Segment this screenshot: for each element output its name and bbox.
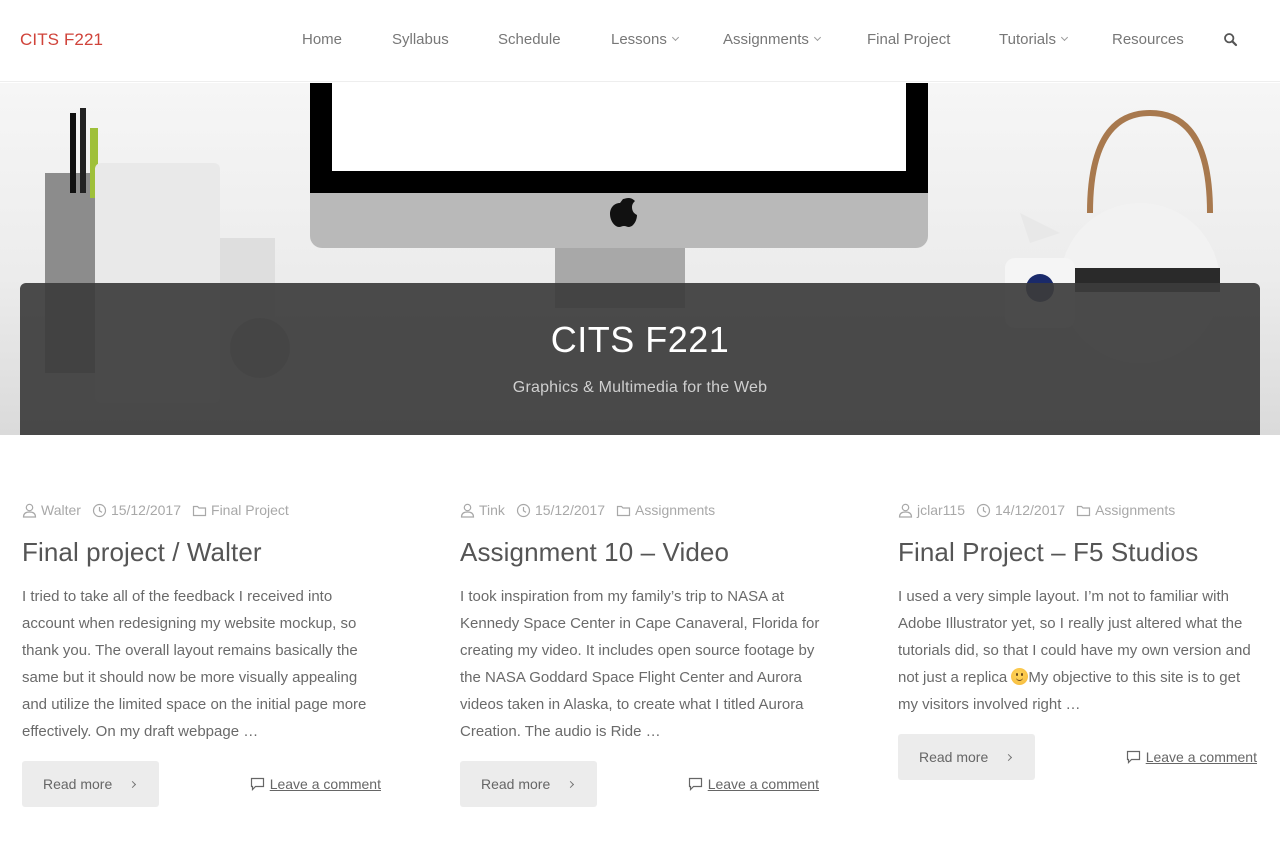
post-footer: Read more Leave a comment — [22, 761, 381, 807]
nav-item-resources[interactable]: Resources — [1112, 31, 1184, 48]
post-title[interactable]: Final Project – F5 Studios — [898, 535, 1257, 569]
read-more-button[interactable]: Read more — [898, 734, 1035, 780]
post-author[interactable]: jclar115 — [898, 502, 965, 518]
nav-label: Final Project — [867, 31, 951, 48]
post-title[interactable]: Final project / Walter — [22, 535, 381, 569]
author-link[interactable]: jclar115 — [917, 502, 965, 518]
hero-banner: CITS F221 Graphics & Multimedia for the … — [0, 83, 1280, 435]
post-card: Tink 15/12/2017 Assignments Assignment 1… — [460, 500, 819, 807]
user-icon — [460, 503, 475, 518]
leave-comment-link[interactable]: Leave a comment — [688, 776, 819, 792]
chevron-down-icon — [813, 33, 821, 42]
folder-icon — [1076, 505, 1091, 516]
post-footer: Read more Leave a comment — [898, 734, 1257, 780]
category-link[interactable]: Final Project — [211, 502, 289, 518]
pen — [80, 108, 86, 193]
search-button[interactable] — [1223, 32, 1239, 48]
post-excerpt: I took inspiration from my family’s trip… — [460, 588, 820, 740]
chevron-down-icon — [1060, 33, 1069, 42]
category-link[interactable]: Assignments — [635, 502, 715, 518]
leave-comment-link[interactable]: Leave a comment — [250, 776, 381, 792]
post-date: 15/12/2017 — [516, 502, 605, 518]
nav-item-tutorials[interactable]: Tutorials — [999, 31, 1069, 48]
post-meta: Tink 15/12/2017 Assignments — [460, 500, 819, 520]
category-link[interactable]: Assignments — [1095, 502, 1175, 518]
nav-item-lessons[interactable]: Lessons — [611, 31, 679, 48]
nav-item-assignments[interactable]: Assignments — [723, 31, 821, 48]
search-icon — [1224, 33, 1238, 47]
user-icon — [898, 503, 913, 518]
nav-label: Assignments — [723, 31, 809, 48]
user-icon — [22, 503, 37, 518]
post-meta: jclar115 14/12/2017 Assignments — [898, 500, 1257, 520]
comment-label: Leave a comment — [707, 776, 819, 792]
clock-icon — [92, 503, 107, 517]
nav-item-schedule[interactable]: Schedule — [498, 31, 561, 48]
post-excerpt: I tried to take all of the feedback I re… — [22, 588, 367, 740]
nav-label: Home — [302, 31, 343, 48]
post-date: 14/12/2017 — [976, 502, 1065, 518]
post-category[interactable]: Final Project — [192, 502, 289, 518]
leave-comment-link[interactable]: Leave a comment — [1126, 749, 1257, 765]
pen — [70, 113, 76, 193]
post-author[interactable]: Walter — [22, 502, 81, 518]
post-author[interactable]: Tink — [460, 502, 505, 518]
nav-label: Schedule — [498, 31, 561, 48]
teapot-handle — [1087, 109, 1213, 214]
date-text: 15/12/2017 — [534, 502, 606, 518]
nav-item-syllabus[interactable]: Syllabus — [392, 31, 449, 48]
post-meta: Walter 15/12/2017 Final Project — [22, 500, 381, 520]
author-link[interactable]: Tink — [479, 502, 505, 518]
folder-icon — [192, 505, 207, 516]
nav-label: Tutorials — [999, 31, 1056, 48]
post-footer: Read more Leave a comment — [460, 761, 819, 807]
clock-icon — [976, 503, 991, 517]
read-more-label: Read more — [481, 776, 551, 792]
nav-item-final-project[interactable]: Final Project — [867, 31, 950, 48]
post-card: jclar115 14/12/2017 Assignments Final Pr… — [898, 500, 1257, 780]
chevron-right-icon — [567, 780, 575, 788]
author-link[interactable]: Walter — [41, 502, 81, 518]
read-more-label: Read more — [919, 749, 989, 765]
comment-label: Leave a comment — [269, 776, 381, 792]
nav-label: Syllabus — [392, 31, 449, 48]
site-logo[interactable]: CITS F221 — [20, 30, 103, 50]
post-excerpt: I used a very simple layout. I’m not to … — [898, 583, 1258, 718]
nav-item-home[interactable]: Home — [302, 31, 342, 48]
post-title[interactable]: Assignment 10 – Video — [460, 535, 819, 569]
read-more-button[interactable]: Read more — [460, 761, 597, 807]
nav-label: Lessons — [611, 31, 667, 48]
date-text: 14/12/2017 — [995, 502, 1066, 518]
date-text: 15/12/2017 — [110, 502, 182, 518]
read-more-button[interactable]: Read more — [22, 761, 159, 807]
comment-icon — [688, 777, 702, 791]
hero-title: CITS F221 — [550, 319, 730, 360]
comment-label: Leave a comment — [1145, 749, 1257, 765]
post-card: Walter 15/12/2017 Final Project Final pr… — [22, 500, 381, 807]
hero-subtitle: Graphics & Multimedia for the Web — [512, 379, 768, 396]
smiley-emoji-icon — [1011, 668, 1029, 685]
chevron-right-icon — [1005, 753, 1013, 761]
nav-label: Resources — [1112, 31, 1184, 48]
comment-icon — [1126, 750, 1140, 764]
comment-icon — [250, 777, 264, 791]
chevron-right-icon — [129, 780, 137, 788]
read-more-label: Read more — [43, 776, 113, 792]
post-category[interactable]: Assignments — [616, 502, 715, 518]
teapot-spout — [1020, 213, 1060, 243]
post-date: 15/12/2017 — [92, 502, 181, 518]
site-header: CITS F221 Home Syllabus Schedule Lessons… — [0, 0, 1280, 82]
post-category[interactable]: Assignments — [1076, 502, 1175, 518]
folder-icon — [616, 505, 631, 516]
clock-icon — [516, 503, 531, 517]
chevron-down-icon — [671, 33, 679, 42]
imac-screen — [332, 83, 906, 171]
